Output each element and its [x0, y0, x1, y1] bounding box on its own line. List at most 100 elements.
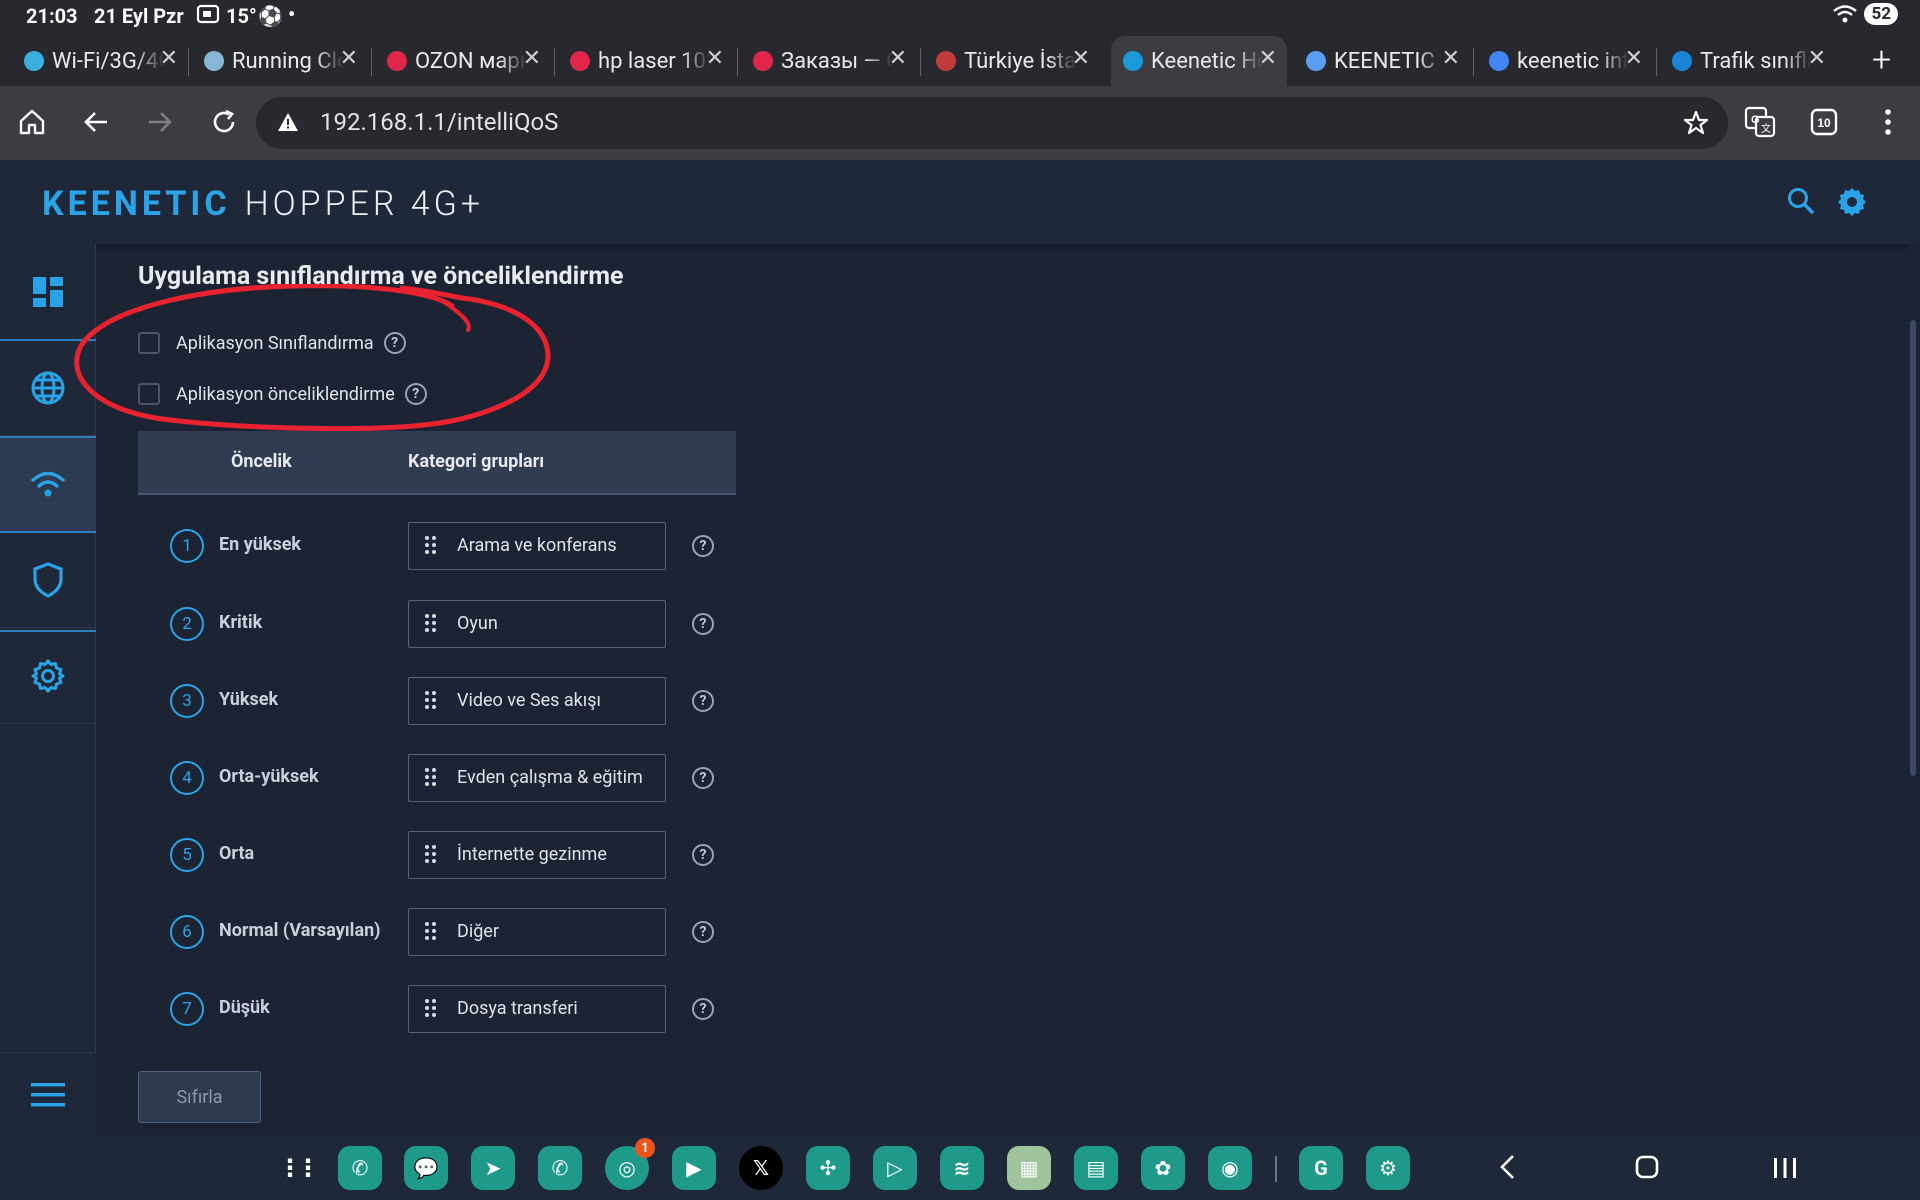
- help-icon[interactable]: ?: [692, 535, 714, 557]
- help-icon[interactable]: ?: [692, 690, 714, 712]
- tab-title[interactable]: Running Clock: [232, 49, 344, 74]
- spotify-app-button[interactable]: ≋: [940, 1146, 984, 1190]
- flower-app-button[interactable]: ✿: [1141, 1146, 1185, 1190]
- drag-handle-icon[interactable]: [425, 845, 437, 865]
- tab-close-icon[interactable]: ✕: [706, 46, 724, 71]
- play-store-app-button[interactable]: ▷: [873, 1146, 917, 1190]
- drag-handle-icon[interactable]: [425, 999, 437, 1019]
- google-app-button[interactable]: G: [1299, 1146, 1343, 1190]
- url-text[interactable]: 192.168.1.1/intelliQoS: [320, 108, 558, 136]
- tab-close-icon[interactable]: ✕: [1442, 46, 1460, 71]
- nav-back-button[interactable]: [1496, 1152, 1520, 1186]
- drag-handle-icon[interactable]: [425, 691, 437, 711]
- browser-tab[interactable]: Keenetic Hopper✕: [1111, 36, 1287, 86]
- chrome-app-button[interactable]: ◎ 1: [605, 1138, 655, 1190]
- help-icon[interactable]: ?: [404, 383, 427, 405]
- category-drag-item[interactable]: Arama ve konferans: [408, 522, 666, 570]
- category-drag-item[interactable]: Oyun: [408, 600, 666, 648]
- browser-tab[interactable]: Türkiye İstanbul✕: [924, 36, 1100, 86]
- browser-tab[interactable]: Заказы — OZON✕: [741, 36, 917, 86]
- tab-title[interactable]: hp laser 1020: [598, 49, 710, 74]
- address-bar[interactable]: 192.168.1.1/intelliQoS: [256, 97, 1728, 149]
- category-label[interactable]: Arama ve konferans: [457, 535, 617, 556]
- browser-menu-button[interactable]: [1870, 104, 1906, 140]
- app-prioritization-checkbox[interactable]: [138, 383, 160, 405]
- sidebar-menu-button[interactable]: [0, 1052, 96, 1136]
- tab-close-icon[interactable]: ✕: [1808, 46, 1826, 71]
- bookmark-star-icon[interactable]: [1682, 109, 1710, 141]
- tab-close-icon[interactable]: ✕: [523, 46, 541, 71]
- category-label[interactable]: Diğer: [457, 921, 499, 942]
- help-icon[interactable]: ?: [692, 921, 714, 943]
- checkbox-label[interactable]: Aplikasyon önceliklendirme: [176, 384, 395, 405]
- sidebar-item-settings[interactable]: [0, 628, 96, 724]
- browser-tab[interactable]: Wi-Fi/3G/4G ✕: [12, 36, 188, 86]
- tab-title[interactable]: Keenetic Hopper: [1151, 49, 1263, 74]
- category-drag-item[interactable]: Evden çalışma & eğitim: [408, 754, 666, 802]
- drag-handle-icon[interactable]: [425, 768, 437, 788]
- browser-tab[interactable]: Trafik sınıflandırma✕: [1660, 36, 1836, 86]
- browser-tab[interactable]: Running Clock✕: [192, 36, 368, 86]
- drag-handle-icon[interactable]: [425, 614, 437, 634]
- new-tab-button[interactable]: +: [1872, 40, 1891, 80]
- app-prioritization-toggle[interactable]: Aplikasyon önceliklendirme ?: [138, 379, 427, 409]
- browser-tab[interactable]: hp laser 1020✕: [558, 36, 734, 86]
- scrollbar-thumb[interactable]: [1910, 320, 1916, 776]
- home-button[interactable]: [14, 104, 50, 140]
- tab-close-icon[interactable]: ✕: [1625, 46, 1643, 71]
- tab-switcher-button[interactable]: 10: [1806, 104, 1842, 140]
- drag-handle-icon[interactable]: [425, 922, 437, 942]
- tab-title[interactable]: keenetic intelliQoS: [1517, 49, 1629, 74]
- category-drag-item[interactable]: Video ve Ses akışı: [408, 677, 666, 725]
- warning-icon[interactable]: [276, 110, 300, 138]
- tab-title[interactable]: Wi-Fi/3G/4G: [52, 49, 164, 74]
- messages-app-button[interactable]: 💬: [404, 1146, 448, 1190]
- sidebar-item-internet[interactable]: [0, 340, 96, 436]
- apps-grid-app-button[interactable]: ⋮⋮: [274, 1146, 320, 1190]
- search-icon[interactable]: [1786, 186, 1816, 220]
- phone-app-button[interactable]: ✆: [338, 1146, 382, 1190]
- tab-title[interactable]: KEENETIC: [1334, 49, 1446, 74]
- help-icon[interactable]: ?: [383, 332, 406, 354]
- category-label[interactable]: Dosya transferi: [457, 998, 578, 1019]
- forward-button[interactable]: [142, 104, 178, 140]
- whatsapp-app-button[interactable]: ✆: [538, 1146, 582, 1190]
- browser-tab[interactable]: OZON маркет✕: [375, 36, 551, 86]
- help-icon[interactable]: ?: [692, 767, 714, 789]
- tab-close-icon[interactable]: ✕: [160, 46, 178, 71]
- youtube-app-button[interactable]: ▶: [672, 1146, 716, 1190]
- sidebar-item-security[interactable]: [0, 532, 96, 628]
- nav-home-button[interactable]: [1632, 1152, 1662, 1186]
- help-icon[interactable]: ?: [692, 613, 714, 635]
- category-label[interactable]: Evden çalışma & eğitim: [457, 767, 643, 788]
- drag-handle-icon[interactable]: [425, 536, 437, 556]
- files-app-button[interactable]: ▤: [1074, 1146, 1118, 1190]
- tab-title[interactable]: OZON маркет: [415, 49, 527, 74]
- reload-button[interactable]: [206, 104, 242, 140]
- tab-close-icon[interactable]: ✕: [340, 46, 358, 71]
- tab-title[interactable]: Türkiye İstanbul: [964, 49, 1076, 74]
- tab-title[interactable]: Заказы — OZON: [781, 49, 893, 74]
- browser-tab[interactable]: KEENETIC ✕: [1294, 36, 1470, 86]
- translate-button[interactable]: G文: [1742, 104, 1778, 140]
- tab-title[interactable]: Trafik sınıflandırma: [1700, 49, 1812, 74]
- category-drag-item[interactable]: Diğer: [408, 908, 666, 956]
- checkbox-label[interactable]: Aplikasyon Sınıflandırma: [176, 333, 374, 354]
- gear-icon[interactable]: [1836, 186, 1868, 222]
- app-classification-toggle[interactable]: Aplikasyon Sınıflandırma ?: [138, 328, 406, 358]
- category-label[interactable]: İnternette gezinme: [457, 844, 607, 865]
- help-icon[interactable]: ?: [692, 998, 714, 1020]
- x-app-button[interactable]: 𝕏: [739, 1146, 783, 1190]
- tab-close-icon[interactable]: ✕: [1072, 46, 1090, 71]
- nav-recents-button[interactable]: [1770, 1152, 1800, 1186]
- sidebar-item-wifi[interactable]: [0, 436, 96, 532]
- category-drag-item[interactable]: İnternette gezinme: [408, 831, 666, 879]
- category-label[interactable]: Video ve Ses akışı: [457, 690, 601, 711]
- settings-app-button[interactable]: ⚙: [1366, 1146, 1410, 1190]
- tab-close-icon[interactable]: ✕: [1259, 46, 1277, 71]
- category-drag-item[interactable]: Dosya transferi: [408, 985, 666, 1033]
- back-button[interactable]: [78, 104, 114, 140]
- camera-app-button[interactable]: ◉: [1208, 1146, 1252, 1190]
- category-label[interactable]: Oyun: [457, 613, 498, 634]
- pinwheel-app-button[interactable]: ✣: [806, 1146, 850, 1190]
